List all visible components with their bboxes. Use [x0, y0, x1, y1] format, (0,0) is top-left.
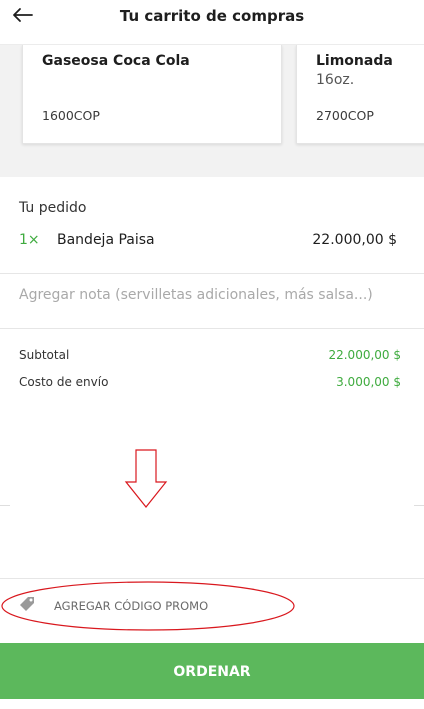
product-size: 16oz. [316, 72, 355, 88]
divider [0, 273, 424, 274]
product-card[interactable]: Gaseosa Coca Cola 1600COP [22, 45, 282, 144]
divider [0, 505, 10, 506]
item-price: 22.000,00 $ [312, 232, 397, 248]
subtotal-value: 22.000,00 $ [328, 348, 401, 362]
delivery-label: Costo de envío [19, 375, 109, 389]
product-name: Gaseosa Coca Cola [42, 53, 190, 69]
item-name: Bandeja Paisa [57, 232, 155, 248]
arrow-down-annotation [124, 449, 168, 508]
subtotal-label: Subtotal [19, 348, 70, 362]
product-card[interactable]: Limonada 16oz. 2700COP [296, 45, 424, 144]
divider [0, 578, 424, 579]
delivery-value: 3.000,00 $ [336, 375, 401, 389]
order-button[interactable]: ORDENAR [0, 643, 424, 699]
page-title: Tu carrito de compras [119, 7, 305, 25]
product-name: Limonada [316, 53, 393, 69]
order-section-title: Tu pedido [19, 200, 87, 216]
divider [0, 328, 424, 329]
product-price: 2700COP [316, 108, 374, 123]
order-item-row[interactable]: 1× Bandeja Paisa 22.000,00 $ [19, 232, 405, 254]
order-note-field[interactable]: Agregar nota (servilletas adicionales, m… [19, 288, 389, 302]
add-promo-code-button[interactable]: AGREGAR CÓDIGO PROMO [54, 599, 208, 613]
product-price: 1600COP [42, 108, 100, 123]
item-quantity: 1× [19, 232, 40, 248]
recommendations-carousel[interactable]: Gaseosa Coca Cola 1600COP Limonada 16oz.… [0, 45, 424, 177]
app-header: Tu carrito de compras [0, 0, 424, 45]
tag-icon [20, 597, 34, 611]
divider [414, 505, 424, 506]
